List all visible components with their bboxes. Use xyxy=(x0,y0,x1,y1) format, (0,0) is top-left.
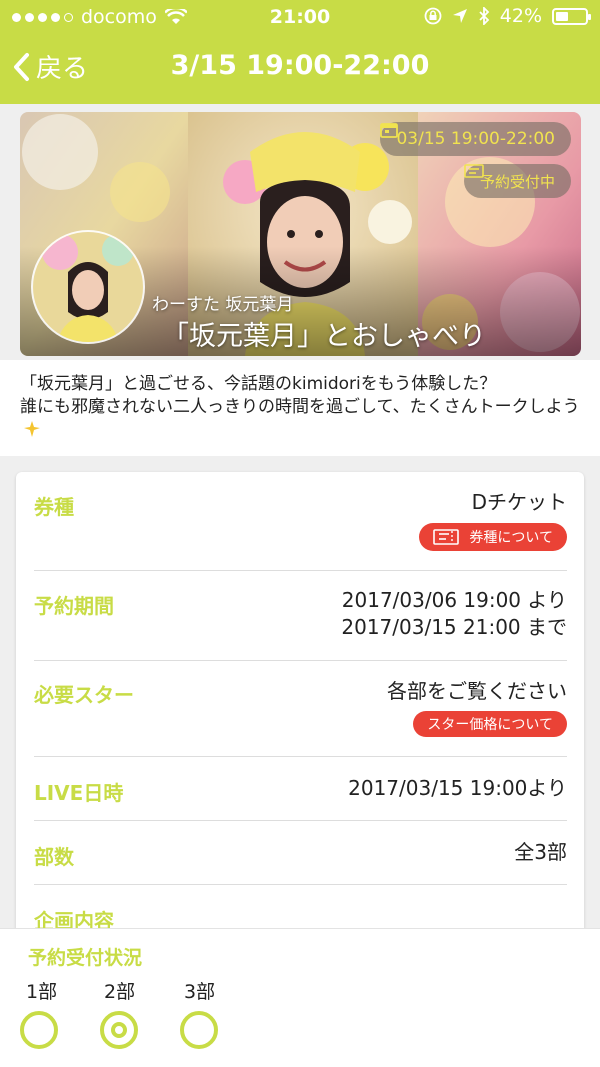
star-price-info-button[interactable]: スター価格について xyxy=(413,711,567,737)
page-title: 3/15 19:00-22:00 xyxy=(170,50,430,81)
live-date-label: LIVE日時 xyxy=(34,781,124,805)
battery-percent: 42% xyxy=(499,5,542,27)
parts-value: 全3部 xyxy=(514,840,567,864)
banner-subtitle: わーすた 坂元葉月 xyxy=(152,295,294,315)
ticket-type-label: 券種 xyxy=(34,495,74,519)
parts-row: 部数 全3部 xyxy=(34,821,567,885)
required-stars-row: 必要スター 各部をご覧ください スター価格について xyxy=(34,661,567,757)
ticket-type-row: 券種 Dチケット 券種について xyxy=(34,472,567,571)
required-stars-value: 各部をご覧ください xyxy=(387,679,567,703)
reservation-status-title: 予約受付状況 xyxy=(28,947,143,969)
part-1-label: 1部 xyxy=(26,981,58,1003)
reservation-period-value: 2017/03/06 19:00 より 2017/03/15 21:00 まで xyxy=(341,588,567,639)
live-date-value: 2017/03/15 19:00より xyxy=(348,776,567,800)
ticket-type-info-button[interactable]: 券種について xyxy=(419,523,567,551)
ticket-icon xyxy=(433,529,460,545)
status-bar: docomo 21:00 42% xyxy=(0,0,600,34)
reservation-period-row: 予約期間 2017/03/06 19:00 より 2017/03/15 21:0… xyxy=(34,571,567,661)
part-3-label: 3部 xyxy=(184,981,216,1003)
reservation-status-bar: 予約受付状況 1部 2部 3部 xyxy=(0,928,600,1067)
part-2-status-icon[interactable] xyxy=(100,1011,138,1049)
date-pill: 03/15 19:00-22:00 xyxy=(380,122,571,156)
part-2-label: 2部 xyxy=(104,981,136,1003)
sparkle-icon xyxy=(24,421,40,437)
event-banner[interactable]: 03/15 19:00-22:00 予約受付中 わーすた 坂元葉月 「坂元葉月」… xyxy=(20,112,581,356)
parts-label: 部数 xyxy=(34,845,74,869)
banner-title: 「坂元葉月」とおしゃべり xyxy=(162,321,486,352)
event-description: 「坂元葉月」と過ごせる、今話題のkimidoriをもう体験した？ 誰にも邪魔され… xyxy=(20,373,580,442)
battery-icon xyxy=(552,7,591,25)
ticket-type-value: Dチケット xyxy=(471,490,567,514)
reservation-period-label: 予約期間 xyxy=(34,594,114,618)
live-date-row: LIVE日時 2017/03/15 19:00より xyxy=(34,757,567,821)
reservation-status-pill: 予約受付中 xyxy=(463,164,571,198)
calendar-icon xyxy=(380,123,399,138)
part-3-status-icon[interactable] xyxy=(180,1011,218,1049)
details-card: 券種 Dチケット 券種について 予約期間 2017/03/06 19:00 より… xyxy=(16,472,584,992)
rotation-lock-icon xyxy=(424,7,442,25)
nav-bar: 戻る 3/15 19:00-22:00 xyxy=(0,34,600,104)
location-icon xyxy=(452,9,467,23)
bluetooth-icon xyxy=(479,7,490,25)
app-header: docomo 21:00 42% 戻る 3/15 19:00-22:00 xyxy=(0,0,600,104)
part-1-status-icon[interactable] xyxy=(20,1011,58,1049)
required-stars-label: 必要スター xyxy=(34,683,134,707)
ticket-icon xyxy=(464,164,484,178)
